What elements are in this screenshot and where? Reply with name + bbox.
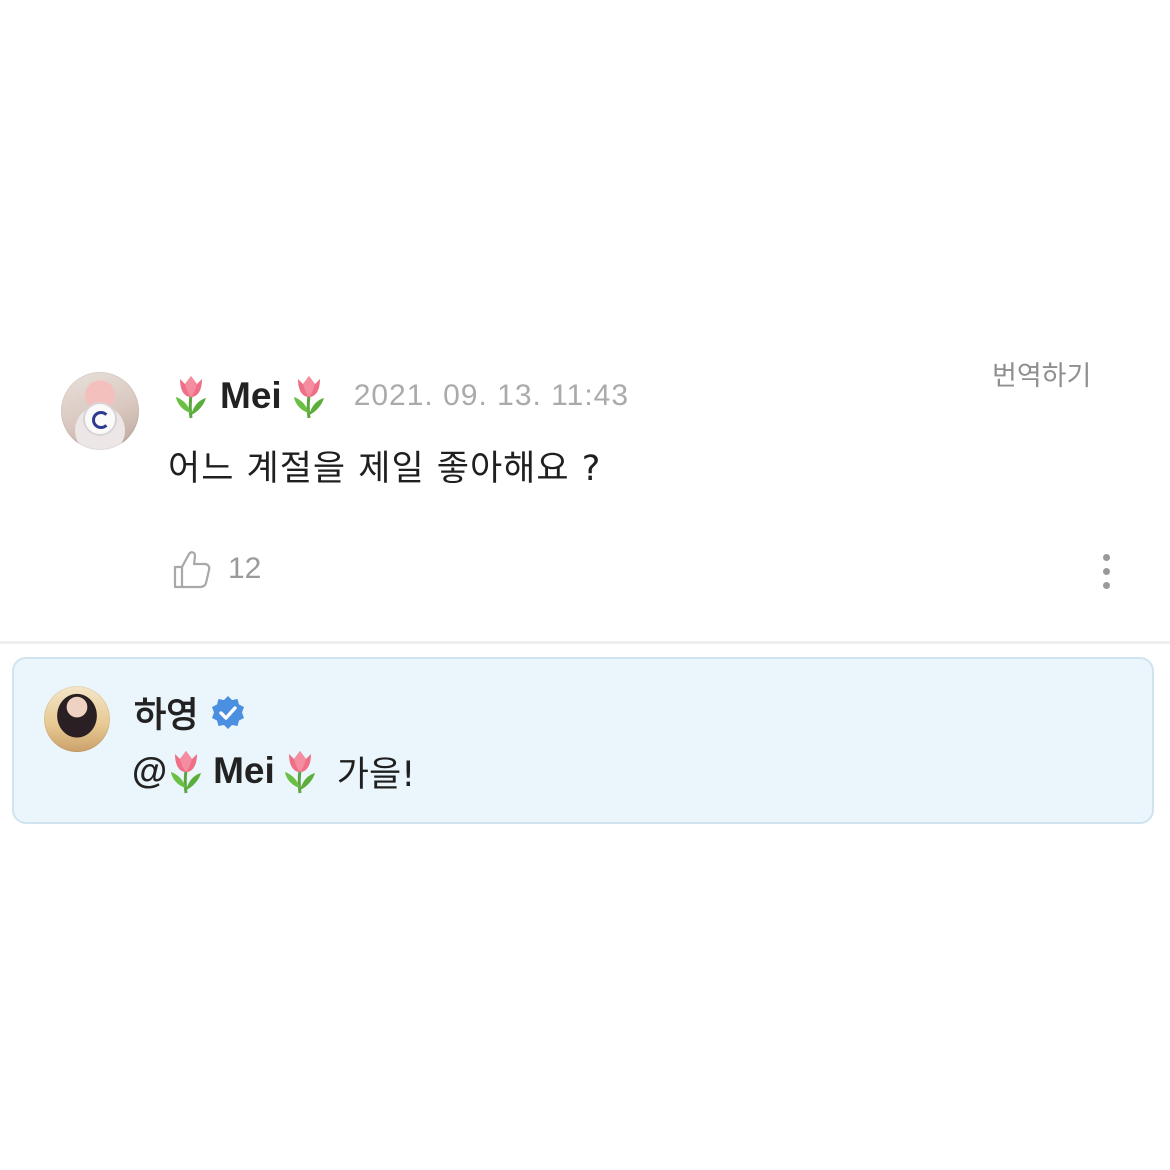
- like-count: 12: [228, 552, 262, 585]
- more-vertical-icon: [1103, 568, 1110, 575]
- comment-header: Mei 2021. 09. 13. 11:43: [172, 370, 629, 422]
- reply-card: 하영 @ Mei 가을!: [12, 657, 1154, 824]
- thumbs-up-icon: [173, 551, 211, 589]
- reply-text: 가을!: [336, 754, 416, 795]
- divider: [0, 641, 1170, 644]
- avatar[interactable]: [61, 372, 139, 450]
- avatar[interactable]: [44, 686, 110, 752]
- verified-badge-icon: [212, 695, 245, 729]
- mention-link[interactable]: Mei: [213, 750, 275, 792]
- mention-prefix: @: [132, 750, 168, 791]
- comment-card: Mei 2021. 09. 13. 11:43 번역하기 어느 계절을 제일 좋…: [0, 0, 1170, 640]
- like-button[interactable]: 12: [172, 548, 261, 590]
- more-vertical-icon: [1103, 582, 1110, 589]
- tulip-icon: [167, 748, 205, 794]
- tulip-icon: [281, 748, 319, 794]
- reply-text-row: @ Mei 가을!: [132, 747, 415, 795]
- translate-button[interactable]: 번역하기: [992, 354, 1091, 393]
- tulip-icon: [172, 373, 210, 419]
- more-vertical-icon: [1103, 554, 1110, 561]
- more-options-button[interactable]: [1092, 552, 1122, 592]
- avatar-photo: [83, 402, 117, 436]
- tulip-icon: [290, 373, 328, 419]
- comment-text: 어느 계절을 제일 좋아해요 ?: [168, 449, 602, 489]
- author-name[interactable]: Mei: [220, 375, 282, 417]
- comment-timestamp: 2021. 09. 13. 11:43: [353, 379, 630, 412]
- reply-author-name[interactable]: 하영: [134, 687, 198, 738]
- reply-header: 하영: [134, 687, 246, 738]
